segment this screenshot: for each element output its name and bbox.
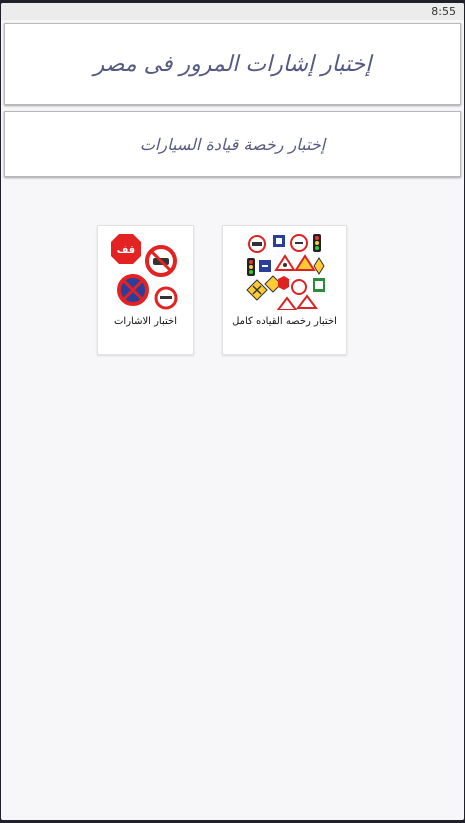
stop-and-prohibition-signs-icon: قف	[110, 234, 177, 310]
signs-test-card[interactable]: قف اختبار الاشارات	[97, 225, 194, 355]
full-test-card[interactable]: اختبار رخصه القياده كامل	[222, 225, 347, 355]
stop-sign-text: قف	[116, 245, 134, 256]
traffic-signs-collage-icon	[245, 234, 325, 310]
page-subtitle: إختبار رخصة قيادة السيارات	[4, 111, 461, 177]
status-time: 8:55	[431, 5, 456, 18]
signs-test-label: اختبار الاشارات	[114, 316, 177, 327]
page-title: إختبار إشارات المرور فى مصر	[4, 23, 461, 105]
status-bar: 8:55	[1, 3, 464, 20]
app-screen: 8:55 إختبار إشارات المرور فى مصر إختبار …	[1, 3, 464, 820]
full-test-label: اختبار رخصه القياده كامل	[232, 316, 337, 327]
